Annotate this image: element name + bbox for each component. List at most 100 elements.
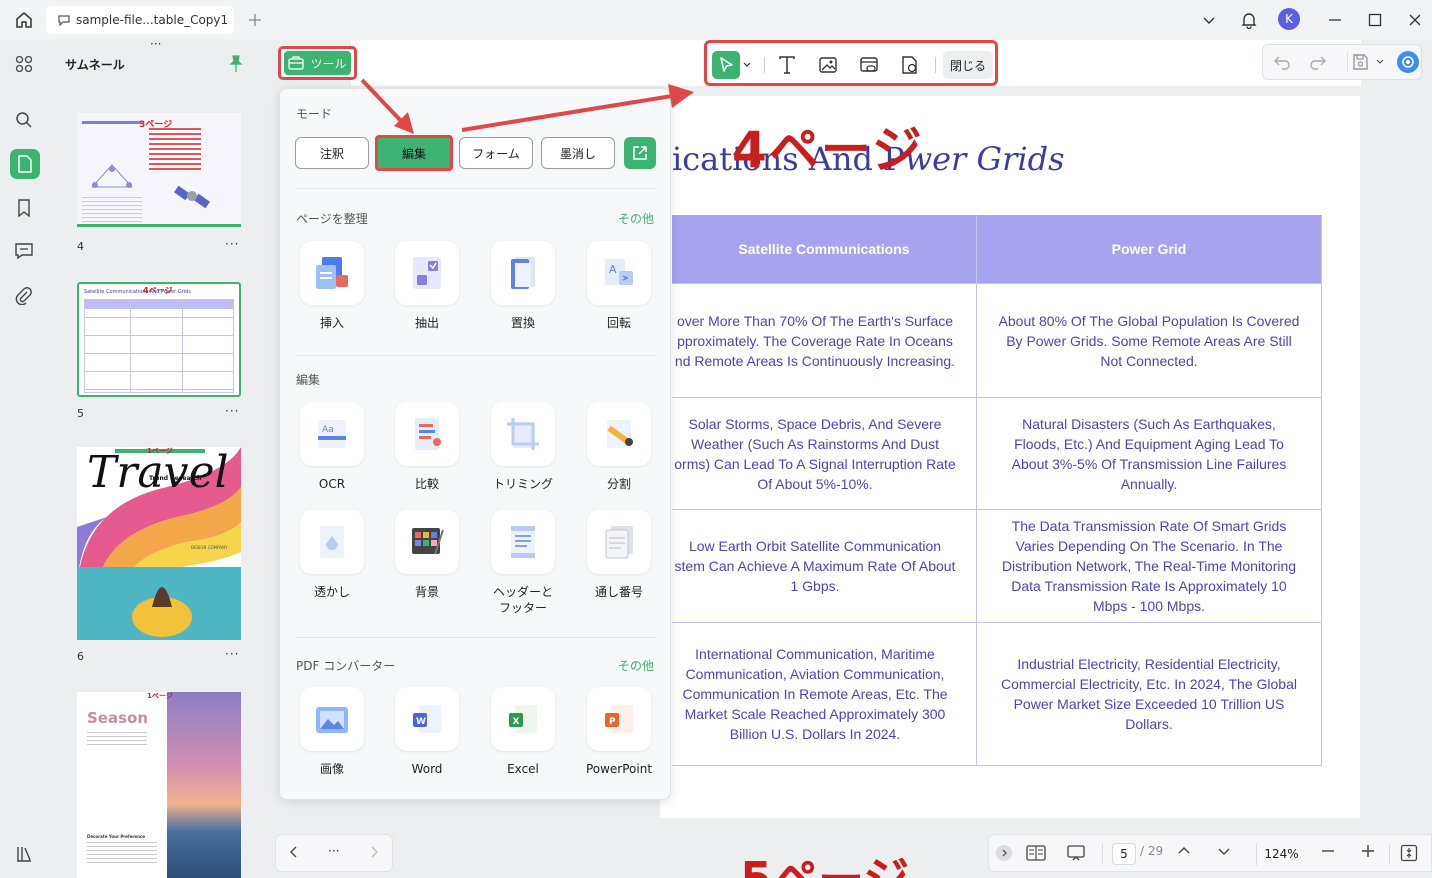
convert-more-link[interactable]: その他 xyxy=(618,657,654,674)
table-header-power-grid: Power Grid xyxy=(977,215,1321,283)
chevron-up-icon[interactable] xyxy=(1177,844,1191,858)
table-cell: Low Earth Orbit Satellite Communication … xyxy=(674,538,956,594)
collapse-icon[interactable] xyxy=(996,845,1012,861)
title-part-2: wer Grids xyxy=(904,140,1065,178)
svg-text:W: W xyxy=(416,717,426,727)
thumbnail-page-7[interactable]: 1ページ Season Decorate Your Preference xyxy=(77,692,241,878)
convert-image-tool[interactable]: 画像 xyxy=(292,687,372,777)
thumbnail-page-6[interactable]: 1ページ Travel Trend Research DESIGN COMPAN… xyxy=(77,447,241,640)
thumb-red-text xyxy=(149,128,201,170)
replace-tool[interactable]: 置換 xyxy=(483,241,563,331)
presentation-icon[interactable] xyxy=(1066,844,1086,862)
zoom-in-icon[interactable] xyxy=(1361,844,1375,858)
image-tool-icon[interactable] xyxy=(814,51,842,79)
background-label: 背景 xyxy=(414,585,439,599)
text-tool-icon[interactable] xyxy=(773,51,801,79)
home-icon[interactable] xyxy=(13,9,35,31)
new-tab-icon[interactable] xyxy=(244,9,266,31)
trim-tool[interactable]: トリミング xyxy=(483,402,563,492)
separator xyxy=(1389,844,1390,864)
mode-edit-button[interactable]: 編集 xyxy=(375,135,453,171)
toolbar-separator xyxy=(935,57,936,73)
attachment-icon[interactable] xyxy=(12,284,36,308)
divider xyxy=(296,188,656,189)
chevron-down-icon[interactable] xyxy=(1217,844,1231,858)
word-icon: W xyxy=(395,687,459,751)
maximize-icon[interactable] xyxy=(1364,9,1386,31)
chevron-down-icon[interactable] xyxy=(1375,57,1385,67)
mode-form-button[interactable]: フォーム xyxy=(459,137,533,169)
bates-number-tool[interactable]: 通し番号 xyxy=(579,510,659,600)
svg-text:X: X xyxy=(513,717,520,727)
rotate-tool[interactable]: A 回転 xyxy=(579,241,659,331)
bookmark-icon[interactable] xyxy=(12,196,36,220)
split-tool[interactable]: 分割 xyxy=(579,402,659,492)
mode-redact-button[interactable]: 墨消し xyxy=(541,137,615,169)
more-options-button[interactable]: ··· xyxy=(328,844,339,858)
thumbnail-page-5[interactable]: Satellite Communications And Power Grids… xyxy=(77,282,241,397)
extract-label: 抽出 xyxy=(414,316,439,330)
background-icon xyxy=(395,510,459,574)
bell-icon[interactable] xyxy=(1238,9,1260,31)
compare-tool[interactable]: 比較 xyxy=(387,402,467,492)
watermark-tool[interactable]: 透かし xyxy=(292,510,372,600)
convert-excel-tool[interactable]: X Excel xyxy=(483,687,563,777)
chevron-down-icon[interactable] xyxy=(740,51,754,79)
chevron-right-icon[interactable] xyxy=(368,844,380,860)
left-rail xyxy=(0,40,48,878)
watermark-tool-icon[interactable] xyxy=(896,51,924,79)
chevron-down-icon[interactable] xyxy=(1198,9,1220,31)
page-number-input[interactable]: 5 xyxy=(1112,843,1136,865)
extract-tool[interactable]: 抽出 xyxy=(387,241,467,331)
organize-more-link[interactable]: その他 xyxy=(618,210,654,227)
undo-icon[interactable] xyxy=(1273,53,1291,71)
convert-powerpoint-tool[interactable]: P PowerPoint xyxy=(579,687,659,777)
thumb-text-lines xyxy=(82,197,142,223)
insert-tool[interactable]: 挿入 xyxy=(292,241,372,331)
select-tool-button[interactable] xyxy=(712,51,740,79)
convert-section-title: PDF コンバーター xyxy=(296,659,396,673)
pin-icon[interactable] xyxy=(229,55,243,73)
save-icon[interactable] xyxy=(1351,53,1369,71)
page-more-button[interactable]: ··· xyxy=(225,404,239,418)
ocr-tool[interactable]: Aa OCR xyxy=(292,402,372,492)
history-toolbar xyxy=(1262,44,1422,80)
comment-list-icon[interactable] xyxy=(12,239,36,263)
divider xyxy=(296,637,656,638)
bates-number-label: 通し番号 xyxy=(594,585,643,599)
edit-section-title: 編集 xyxy=(296,373,321,387)
ocr-label: OCR xyxy=(318,477,346,491)
minimize-icon[interactable] xyxy=(1324,9,1346,31)
ai-assistant-icon[interactable] xyxy=(1397,51,1419,73)
fit-page-icon[interactable] xyxy=(1400,844,1418,862)
apps-grid-icon[interactable] xyxy=(12,52,36,76)
thumbnail-icon[interactable] xyxy=(10,149,40,179)
link-tool-icon[interactable] xyxy=(855,51,883,79)
page-more-button[interactable]: ··· xyxy=(225,237,239,251)
document-tab[interactable]: sample-file...table_Copy1 xyxy=(46,6,234,34)
replace-page-icon xyxy=(491,241,555,305)
library-icon[interactable] xyxy=(12,842,36,866)
edit-toolbar: 閉じる xyxy=(704,40,998,86)
close-window-icon[interactable] xyxy=(1404,9,1426,31)
search-icon[interactable] xyxy=(12,108,36,132)
page-more-button[interactable]: ··· xyxy=(225,647,239,661)
close-edit-button[interactable]: 閉じる xyxy=(943,51,993,79)
view-controls: 5 / 29 124% xyxy=(988,834,1432,872)
chevron-left-icon[interactable] xyxy=(288,844,300,860)
zoom-level[interactable]: 124% xyxy=(1256,843,1306,865)
open-external-button[interactable] xyxy=(624,137,656,169)
zoom-out-icon[interactable] xyxy=(1321,844,1335,858)
avatar[interactable]: K xyxy=(1278,8,1300,30)
thumbnail-page-4[interactable]: 3ページ xyxy=(77,113,241,227)
mode-annotate-button[interactable]: 注釈 xyxy=(295,137,369,169)
tool-button[interactable]: ツール xyxy=(284,51,351,75)
convert-word-tool[interactable]: W Word xyxy=(387,687,467,777)
redo-icon[interactable] xyxy=(1309,53,1327,71)
header-footer-tool[interactable]: ヘッダーと フッター xyxy=(483,510,563,616)
satellite-image xyxy=(173,175,211,213)
page-layout-icon[interactable] xyxy=(1026,844,1046,862)
rotate-page-icon: A xyxy=(587,241,651,305)
panel-drag-handle[interactable]: ··· xyxy=(150,37,161,51)
background-tool[interactable]: 背景 xyxy=(387,510,467,600)
